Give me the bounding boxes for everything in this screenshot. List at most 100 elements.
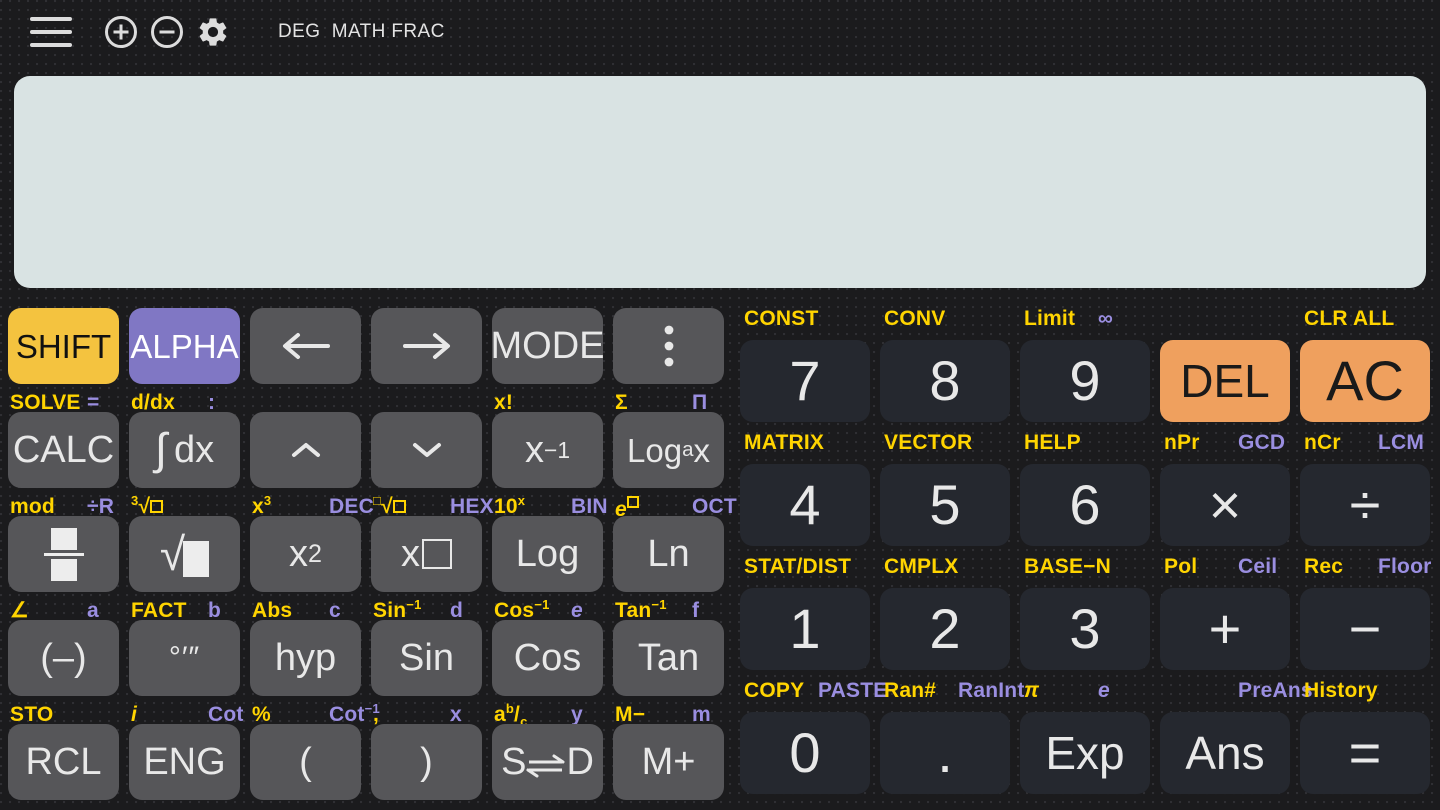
- key-plus[interactable]: +: [1160, 588, 1290, 670]
- key-fraction[interactable]: [8, 516, 119, 592]
- alpha-label: y: [571, 703, 583, 726]
- alpha-label: HEX: [450, 495, 494, 518]
- key-tan[interactable]: Tan: [613, 620, 724, 696]
- key-mode[interactable]: MODE: [492, 308, 603, 384]
- calculator-app: DEG MATH FRAC SHIFT ALPHA MODE SOLVE = d/dx: x…: [0, 0, 1440, 810]
- alpha-label: ∞: [1098, 307, 1114, 330]
- key-square-root[interactable]: √: [129, 516, 240, 592]
- shift-label: d/dx: [131, 391, 175, 414]
- shift-label: Limit: [1024, 307, 1076, 330]
- key-arrow-down[interactable]: [371, 412, 482, 488]
- alpha-label: :: [208, 391, 216, 414]
- calculator-display[interactable]: [14, 76, 1426, 288]
- minus-circle-icon[interactable]: [150, 15, 184, 49]
- alpha-label: a: [87, 599, 99, 622]
- key-equals[interactable]: =: [1300, 712, 1430, 794]
- key-8[interactable]: 8: [880, 340, 1010, 422]
- key-arrow-left[interactable]: [250, 308, 361, 384]
- key-more-menu[interactable]: [613, 308, 724, 384]
- top-toolbar: DEG MATH FRAC: [0, 0, 1440, 64]
- alpha-label: Π: [692, 391, 708, 414]
- key-0[interactable]: 0: [740, 712, 870, 794]
- key-ln[interactable]: Ln: [613, 516, 724, 592]
- shift-label: Rec: [1304, 555, 1344, 578]
- key-rcl[interactable]: RCL: [8, 724, 119, 800]
- alpha-label: DEC: [329, 495, 374, 518]
- key-4[interactable]: 4: [740, 464, 870, 546]
- key-power[interactable]: x: [371, 516, 482, 592]
- key-5[interactable]: 5: [880, 464, 1010, 546]
- gear-icon[interactable]: [196, 15, 230, 49]
- key-cos[interactable]: Cos: [492, 620, 603, 696]
- key-square[interactable]: x2: [250, 516, 361, 592]
- key-paren-close[interactable]: ): [371, 724, 482, 800]
- shift-label: π: [1024, 679, 1040, 702]
- key-reciprocal[interactable]: x −1: [492, 412, 603, 488]
- alpha-label: c: [329, 599, 341, 622]
- shift-label: VECTOR: [884, 431, 973, 454]
- hamburger-menu-icon[interactable]: [30, 17, 72, 47]
- shift-label: ab/c: [494, 701, 528, 730]
- alpha-label: PreAns: [1238, 679, 1313, 702]
- shift-label: BASE−N: [1024, 555, 1111, 578]
- alpha-label: m: [692, 703, 711, 726]
- key-hyp[interactable]: hyp: [250, 620, 361, 696]
- key-arrow-right[interactable]: [371, 308, 482, 384]
- alpha-label: BIN: [571, 495, 608, 518]
- numeric-keypad: CONST CONV Limit ∞ CLR ALL 7 8 9 DEL AC MATRIX VECT…: [732, 296, 1440, 810]
- key-paren-open[interactable]: (: [250, 724, 361, 800]
- shift-label: SOLVE: [10, 391, 81, 414]
- shift-label: Σ: [615, 391, 628, 414]
- key-negative[interactable]: (–): [8, 620, 119, 696]
- key-3[interactable]: 3: [1020, 588, 1150, 670]
- shift-label: i: [131, 703, 138, 726]
- key-calc[interactable]: CALC: [8, 412, 119, 488]
- key-exp[interactable]: Exp: [1020, 712, 1150, 794]
- key-standard-decimal-toggle[interactable]: SD: [492, 724, 603, 800]
- keypad: SHIFT ALPHA MODE SOLVE = d/dx: x! Σ Π CALC ∫ dx x −1 L…: [0, 296, 1440, 810]
- key-integral[interactable]: ∫ dx: [129, 412, 240, 488]
- alpha-label: e: [571, 599, 583, 622]
- key-6[interactable]: 6: [1020, 464, 1150, 546]
- key-sin[interactable]: Sin: [371, 620, 482, 696]
- alpha-label: Cot: [208, 703, 244, 726]
- key-divide[interactable]: ÷: [1300, 464, 1430, 546]
- key-arrow-up[interactable]: [250, 412, 361, 488]
- key-log-base-a[interactable]: Log a x: [613, 412, 724, 488]
- shift-label: Sin−1: [373, 597, 422, 622]
- shift-label: Pol: [1164, 555, 1198, 578]
- alpha-label: ÷R: [87, 495, 115, 518]
- key-ac[interactable]: AC: [1300, 340, 1430, 422]
- shift-label: %: [252, 703, 271, 726]
- shift-label: 10x: [494, 493, 526, 518]
- shift-label: CLR ALL: [1304, 307, 1395, 330]
- alpha-label: x: [450, 703, 462, 726]
- shift-label: CONST: [744, 307, 819, 330]
- key-ans[interactable]: Ans: [1160, 712, 1290, 794]
- function-keypad: SHIFT ALPHA MODE SOLVE = d/dx: x! Σ Π CALC ∫ dx x −1 L…: [0, 296, 737, 810]
- key-decimal-point[interactable]: .: [880, 712, 1010, 794]
- key-9[interactable]: 9: [1020, 340, 1150, 422]
- shift-label: MATRIX: [744, 431, 825, 454]
- key-1[interactable]: 1: [740, 588, 870, 670]
- shift-label: 3√: [131, 494, 164, 517]
- shift-label: mod: [10, 495, 55, 518]
- key-degree-minute-second[interactable]: °′″: [129, 620, 240, 696]
- key-7[interactable]: 7: [740, 340, 870, 422]
- shift-label: ,: [373, 703, 380, 726]
- key-del[interactable]: DEL: [1160, 340, 1290, 422]
- shift-label: COPY: [744, 679, 805, 702]
- key-memory-plus[interactable]: M+: [613, 724, 724, 800]
- key-shift[interactable]: SHIFT: [8, 308, 119, 384]
- plus-circle-icon[interactable]: [104, 15, 138, 49]
- key-minus[interactable]: −: [1300, 588, 1430, 670]
- key-alpha[interactable]: ALPHA: [129, 308, 240, 384]
- alpha-label: Floor: [1378, 555, 1432, 578]
- key-eng[interactable]: ENG: [129, 724, 240, 800]
- key-2[interactable]: 2: [880, 588, 1010, 670]
- key-multiply[interactable]: ×: [1160, 464, 1290, 546]
- shift-label: STAT/DIST: [744, 555, 852, 578]
- shift-label: History: [1304, 679, 1378, 702]
- key-log[interactable]: Log: [492, 516, 603, 592]
- shift-label: CMPLX: [884, 555, 959, 578]
